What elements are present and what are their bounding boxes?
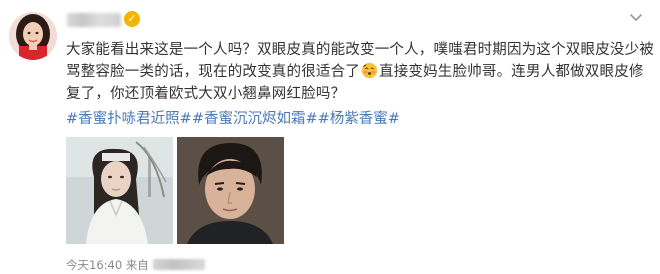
- topic-links: #香蜜扑哧君近照##香蜜沉沉烬如霜##杨紫香蜜#: [66, 109, 400, 129]
- chevron-down-icon[interactable]: [628, 9, 644, 25]
- avatar[interactable]: [9, 12, 57, 60]
- blush-emoji-icon: [361, 62, 378, 79]
- avatar-image: [9, 12, 57, 60]
- username-blurred[interactable]: [67, 13, 121, 27]
- modern-portrait-image: [177, 137, 284, 244]
- source-blurred: [152, 259, 205, 270]
- post-time[interactable]: 今天16:40: [66, 258, 122, 272]
- source-prefix: 来自: [125, 258, 149, 272]
- weibo-post: ✓ 大家能看出来这是一个人吗？双眼皮真的能改变一个人，噗嗤君时期因为这个双眼皮没…: [0, 0, 660, 274]
- costume-drama-image: [66, 137, 173, 244]
- post-meta: 今天16:40 来自: [66, 257, 205, 273]
- modern-portrait-photo[interactable]: [177, 137, 284, 244]
- costume-drama-photo[interactable]: [66, 137, 173, 244]
- topic-link-1[interactable]: #香蜜扑哧君近照#: [66, 111, 192, 127]
- verified-star-icon: ✓: [124, 11, 140, 27]
- topic-link-2[interactable]: #香蜜沉沉烬如霜#: [192, 111, 318, 127]
- post-text: 大家能看出来这是一个人吗？双眼皮真的能改变一个人，噗嗤君时期因为这个双眼皮没少被…: [66, 39, 658, 105]
- topic-link-3[interactable]: #杨紫香蜜#: [318, 111, 400, 127]
